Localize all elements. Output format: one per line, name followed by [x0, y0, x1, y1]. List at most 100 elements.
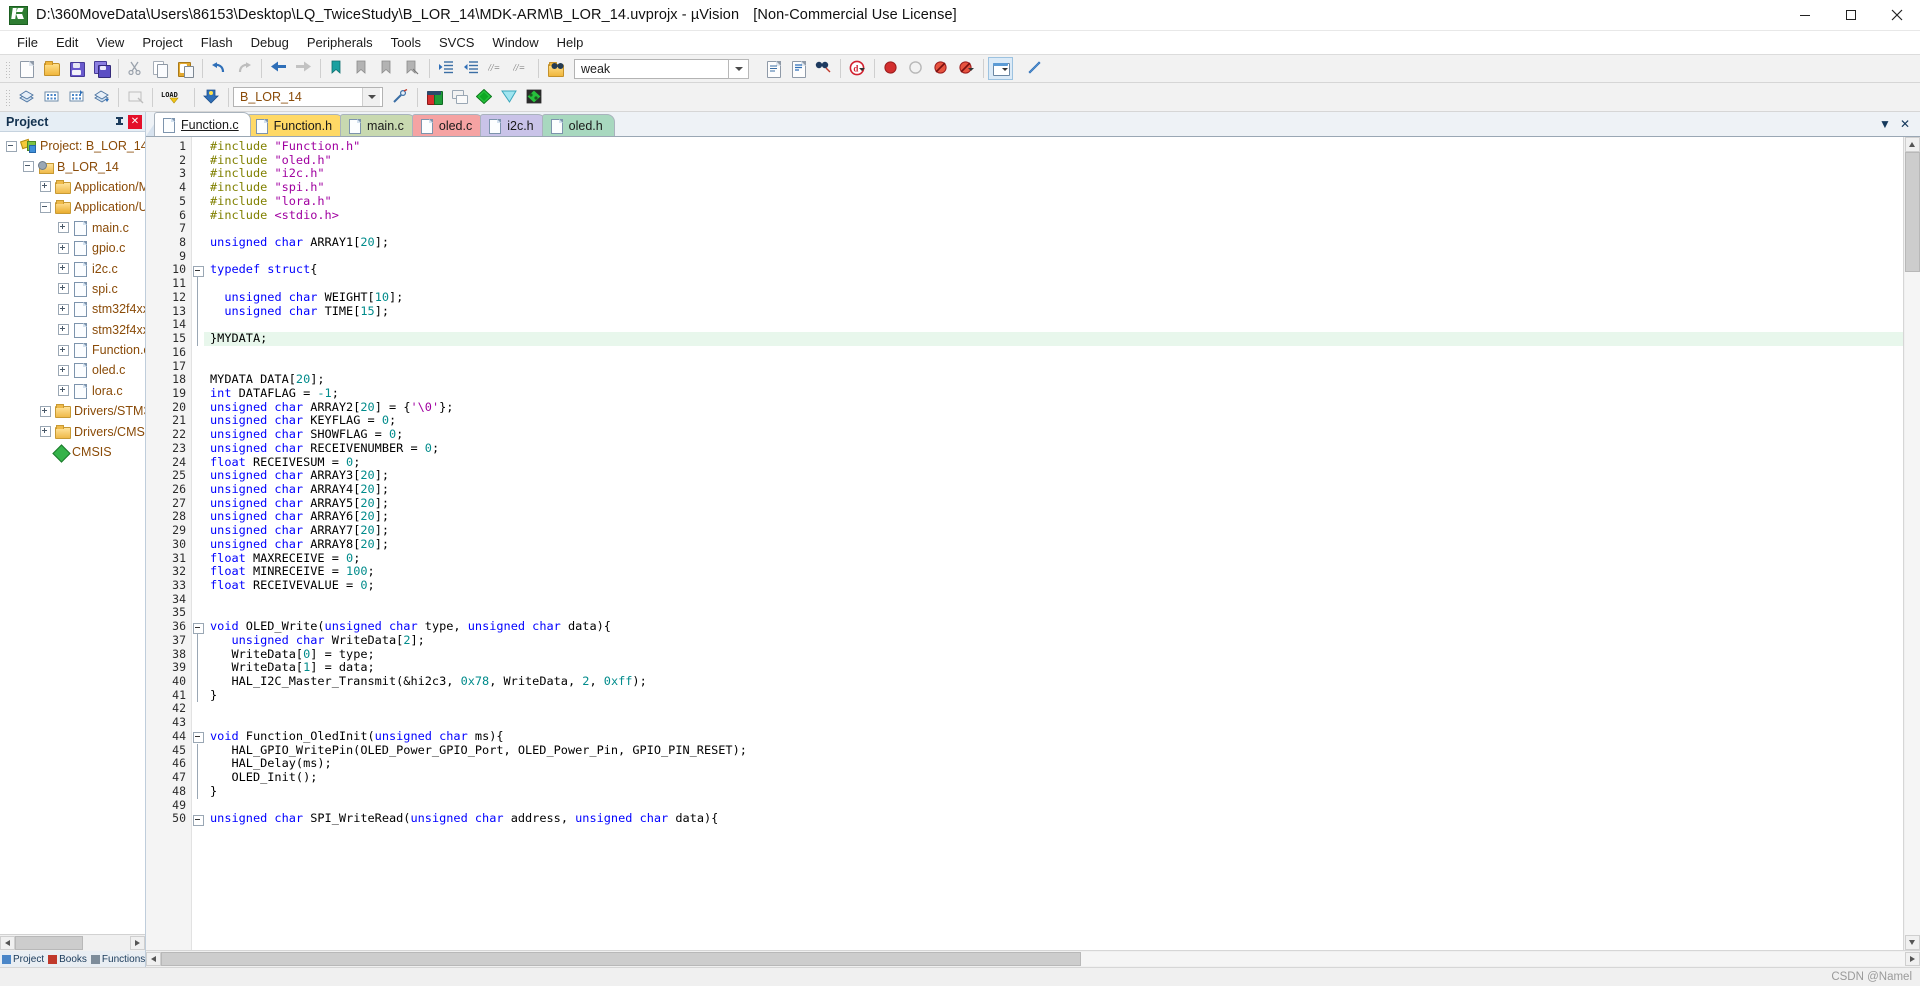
hscroll-track[interactable] — [15, 936, 130, 950]
manage-run-time-env-icon[interactable] — [422, 86, 447, 109]
tree-item-i2c-c[interactable]: i2c.c — [0, 258, 145, 278]
tree-toggle-minus-icon[interactable] — [6, 140, 17, 152]
code-line[interactable]: unsigned char SHOWFLAG = 0; — [204, 427, 1903, 442]
tab-i2c-h[interactable]: i2c.h — [480, 114, 546, 136]
fold-marker[interactable] — [192, 812, 204, 826]
vscroll-thumb[interactable] — [1904, 152, 1920, 272]
find-in-files-icon[interactable] — [543, 57, 568, 80]
menu-flash[interactable]: Flash — [192, 33, 242, 52]
code-line[interactable]: unsigned char TIME[15]; — [204, 304, 1903, 319]
download-icon[interactable]: LOAD — [157, 86, 190, 109]
code-line[interactable]: }MYDATA; — [204, 331, 1903, 346]
code-line[interactable]: unsigned char ARRAY1[20]; — [204, 235, 1903, 250]
tree-item-group-user-core[interactable]: Application/User/Core — [0, 197, 145, 217]
code-line[interactable]: HAL_Delay(ms); — [204, 756, 1903, 771]
target-download-icon[interactable] — [199, 86, 224, 109]
search-input[interactable]: weak — [581, 62, 726, 76]
save-icon[interactable] — [64, 57, 89, 80]
code-line[interactable] — [204, 702, 1903, 716]
tab-function-h[interactable]: Function.h — [246, 114, 345, 136]
scroll-left-button[interactable] — [146, 952, 161, 966]
save-all-icon[interactable] — [89, 57, 114, 80]
tree-toggle-plus-icon[interactable] — [58, 283, 69, 295]
new-file-icon[interactable] — [14, 57, 39, 80]
tree-toggle-plus-icon[interactable] — [58, 385, 69, 397]
fold-marker[interactable] — [192, 263, 204, 277]
code-line[interactable]: float RECEIVEVALUE = 0; — [204, 578, 1903, 593]
panel-tab-books[interactable]: Books — [48, 954, 87, 965]
code-line[interactable]: } — [204, 688, 1903, 703]
tab-oled-c[interactable]: oled.c — [411, 114, 485, 136]
tree-toggle-plus-icon[interactable] — [40, 426, 51, 438]
code-line[interactable]: int DATAFLAG = -1; — [204, 386, 1903, 401]
tree-item-stm32f4xx-it-c[interactable]: stm32f4xx_it.c — [0, 299, 145, 319]
code-line[interactable]: OLED_Init(); — [204, 770, 1903, 785]
rebuild-icon[interactable] — [64, 86, 89, 109]
close-button[interactable] — [1874, 0, 1920, 30]
fold-marker[interactable] — [192, 620, 204, 634]
tree-item-function-c[interactable]: Function.c — [0, 340, 145, 360]
tree-item-cmsis[interactable]: CMSIS — [0, 442, 145, 463]
code-line[interactable] — [204, 318, 1903, 332]
source-code[interactable]: #include "Function.h" #include "oled.h" #i… — [204, 137, 1903, 950]
translate-icon[interactable] — [14, 86, 39, 109]
code-line[interactable] — [204, 593, 1903, 607]
tree-item-spi-c[interactable]: spi.c — [0, 279, 145, 299]
scroll-right-button[interactable] — [130, 936, 145, 950]
code-line[interactable]: #include "Function.h" — [204, 139, 1903, 154]
insert-include-icon[interactable] — [761, 57, 786, 80]
code-line[interactable]: unsigned char ARRAY3[20]; — [204, 468, 1903, 483]
multi-project-icon[interactable] — [522, 86, 547, 109]
panel-tab-project[interactable]: Project — [2, 954, 44, 965]
menu-debug[interactable]: Debug — [242, 33, 298, 52]
configuration-wizard-icon[interactable] — [786, 57, 811, 80]
code-line[interactable]: float MINRECEIVE = 100; — [204, 564, 1903, 579]
fold-marker[interactable] — [192, 730, 204, 744]
code-line[interactable]: } — [204, 784, 1903, 799]
tab-function-c[interactable]: Function.c — [154, 112, 251, 136]
tree-item-main-c[interactable]: main.c — [0, 218, 145, 238]
tree-toggle-plus-icon[interactable] — [58, 242, 69, 254]
navigate-forward-icon[interactable] — [291, 57, 316, 80]
code-line[interactable]: WriteData[0] = type; — [204, 647, 1903, 662]
menu-svcs[interactable]: SVCS — [430, 33, 483, 52]
target-options-icon[interactable] — [388, 86, 413, 109]
scroll-left-button[interactable] — [0, 936, 15, 950]
code-line[interactable]: unsigned char KEYFLAG = 0; — [204, 414, 1903, 428]
code-line[interactable] — [204, 716, 1903, 730]
tab-main-c[interactable]: main.c — [340, 114, 416, 136]
breakpoint-disable-icon[interactable] — [929, 57, 954, 80]
uncomment-icon[interactable]: //= — [509, 57, 534, 80]
code-line[interactable]: unsigned char WriteData[2]; — [204, 633, 1903, 648]
tree-toggle-minus-icon[interactable] — [40, 201, 51, 213]
open-file-icon[interactable] — [39, 57, 64, 80]
search-combo[interactable]: weak — [574, 58, 729, 79]
menu-file[interactable]: File — [8, 33, 47, 52]
chevron-down-icon[interactable]: ▼ — [1878, 117, 1892, 131]
target-combo[interactable]: B_LOR_14 — [233, 87, 383, 107]
tree-toggle-plus-icon[interactable] — [58, 263, 69, 275]
code-line[interactable] — [204, 360, 1903, 374]
toolbar-grip[interactable] — [4, 88, 11, 106]
close-icon[interactable]: ✕ — [1898, 117, 1912, 131]
cut-icon[interactable] — [123, 57, 148, 80]
navigate-back-icon[interactable] — [266, 57, 291, 80]
menu-edit[interactable]: Edit — [47, 33, 87, 52]
close-icon[interactable]: ✕ — [128, 114, 142, 129]
code-folding-column[interactable] — [192, 137, 204, 950]
bookmark-toggle-icon[interactable] — [325, 57, 350, 80]
code-line[interactable]: float RECEIVESUM = 0; — [204, 455, 1903, 470]
batch-build-icon[interactable] — [89, 86, 114, 109]
code-line[interactable]: unsigned char ARRAY7[20]; — [204, 523, 1903, 538]
toolbar-grip[interactable] — [4, 59, 11, 78]
hscroll-thumb[interactable] — [15, 936, 83, 950]
tree-item-project[interactable]: Project: B_LOR_14 — [0, 136, 145, 156]
search-combo-dropdown[interactable] — [728, 58, 749, 79]
code-line[interactable]: #include "spi.h" — [204, 180, 1903, 195]
code-line[interactable]: unsigned char ARRAY4[20]; — [204, 482, 1903, 497]
tree-toggle-plus-icon[interactable] — [40, 405, 51, 417]
configure-icon[interactable] — [1023, 57, 1048, 80]
code-line[interactable]: #include "i2c.h" — [204, 167, 1903, 181]
tree-item-gpio-c[interactable]: gpio.c — [0, 238, 145, 258]
code-line[interactable]: void OLED_Write(unsigned char type, unsi… — [204, 619, 1903, 634]
